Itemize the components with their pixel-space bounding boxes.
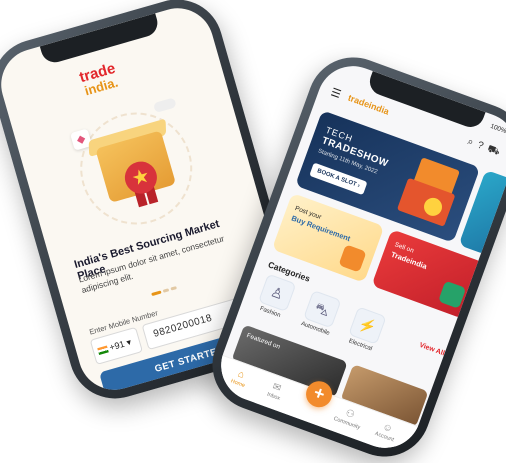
view-all-link[interactable]: View All <box>418 342 445 358</box>
tab-inbox[interactable]: ✉ Inbox <box>254 376 298 407</box>
menu-icon[interactable]: ☰ <box>329 86 344 101</box>
tradeindia-logo: trade india. <box>62 56 137 102</box>
cart-icon[interactable]: ⛟ <box>486 143 506 159</box>
carousel-dots[interactable] <box>148 276 180 301</box>
hero-illustration: ◆ ★ <box>57 89 215 247</box>
card-line-2: Buy Requirement <box>290 213 352 244</box>
tab-account[interactable]: ☺ Account <box>365 416 409 447</box>
battery-indicator: 100% <box>489 122 506 136</box>
carousel-dot[interactable] <box>170 286 177 291</box>
tab-community[interactable]: ⚇ Community <box>327 402 371 433</box>
category-automobile[interactable]: ⛍ Automobile <box>293 288 348 340</box>
requirement-icon <box>338 244 367 273</box>
chevron-down-icon: ▾ <box>125 336 133 348</box>
category-electrical[interactable]: ⚡ Electrical <box>339 304 394 356</box>
phone-notch <box>39 13 161 66</box>
skip-link[interactable]: Skip for Now <box>169 375 209 393</box>
sell-icon <box>438 280 467 309</box>
home-screen: 100% ☰ tradeindia ⌕?⛟ TECH TRADESHOW Sta… <box>211 56 506 458</box>
india-flag-icon <box>97 345 109 356</box>
carousel-dot-active[interactable] <box>151 290 162 297</box>
country-code-value: +91 <box>108 338 126 353</box>
header-actions: ⌕?⛟ <box>465 136 506 161</box>
cloud-icon <box>152 97 177 114</box>
banner-illustration <box>395 155 469 232</box>
carousel-dot[interactable] <box>162 288 170 293</box>
